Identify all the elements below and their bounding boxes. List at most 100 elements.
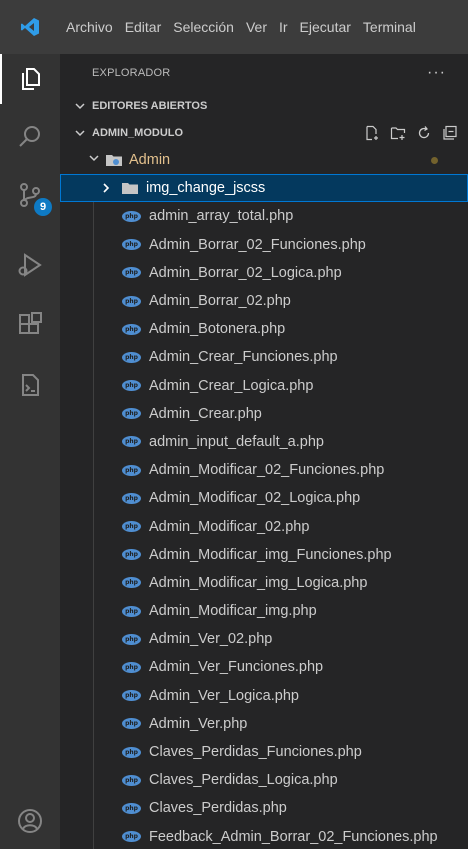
file-name: Claves_Perdidas.php <box>149 800 287 817</box>
file-name: Admin_Modificar_02.php <box>149 518 310 535</box>
php-file-icon: php <box>122 802 141 814</box>
open-editors-section[interactable]: EDITORES ABIERTOS <box>60 92 468 119</box>
file-item[interactable]: php Claves_Perdidas.php <box>60 794 468 822</box>
vscode-logo-icon <box>0 0 60 54</box>
file-item[interactable]: php Claves_Perdidas_Funciones.php <box>60 738 468 766</box>
file-item[interactable]: php Admin_Crear_Logica.php <box>60 372 468 400</box>
file-name: Admin_Borrar_02_Logica.php <box>149 264 342 281</box>
menu-ver[interactable]: Ver <box>240 0 273 54</box>
file-name: Admin_Modificar_img_Funciones.php <box>149 546 392 563</box>
explorer-header: EXPLORADOR ··· <box>60 54 468 92</box>
file-name: Admin_Borrar_02.php <box>149 293 291 310</box>
new-file-icon[interactable] <box>364 125 380 141</box>
file-name: Admin_Botonera.php <box>149 321 286 338</box>
more-actions-icon[interactable]: ··· <box>427 64 446 82</box>
file-name: Claves_Perdidas_Logica.php <box>149 772 338 789</box>
file-name: Admin_Crear.php <box>149 405 262 422</box>
extensions-icon[interactable] <box>0 300 60 350</box>
file-name: Feedback_Admin_Borrar_02_Funciones.php <box>149 828 438 845</box>
open-editors-label: EDITORES ABIERTOS <box>92 99 208 112</box>
file-item[interactable]: php Admin_Modificar_img.php <box>60 597 468 625</box>
folder-img-change-jscss-label: img_change_jscss <box>146 180 266 197</box>
file-item[interactable]: php Admin_Borrar_02_Logica.php <box>60 259 468 287</box>
collapse-all-icon[interactable] <box>442 125 458 141</box>
php-file-icon: php <box>122 239 141 251</box>
file-name: Admin_Ver_Logica.php <box>149 687 299 704</box>
file-name: Admin_Modificar_img_Logica.php <box>149 574 368 591</box>
php-file-icon: php <box>122 436 141 448</box>
file-item[interactable]: php Admin_Borrar_02_Funciones.php <box>60 231 468 259</box>
modified-indicator <box>431 157 438 164</box>
chevron-down-icon <box>88 152 100 168</box>
file-name: Admin_Crear_Funciones.php <box>149 349 338 366</box>
folder-img-change-jscss[interactable]: img_change_jscss <box>60 174 468 203</box>
file-item[interactable]: php Admin_Modificar_img_Logica.php <box>60 569 468 597</box>
file-item[interactable]: php Admin_Crear_Funciones.php <box>60 343 468 371</box>
php-file-icon: php <box>122 351 141 363</box>
folder-admin-label: Admin <box>129 152 171 169</box>
file-name: Admin_Modificar_img.php <box>149 603 317 620</box>
php-file-icon: php <box>122 577 141 589</box>
source-control-icon[interactable]: 9 <box>0 170 60 220</box>
file-list: php admin_array_total.php php Admin_Borrar_… <box>60 202 468 849</box>
file-name: Admin_Crear_Logica.php <box>149 377 314 394</box>
file-item[interactable]: php Admin_Ver.php <box>60 710 468 738</box>
php-file-icon: php <box>122 718 141 730</box>
file-name: Admin_Modificar_02_Logica.php <box>149 490 361 507</box>
explorer-icon[interactable] <box>0 54 60 104</box>
source-control-badge: 9 <box>34 198 52 216</box>
file-item[interactable]: php admin_input_default_a.php <box>60 428 468 456</box>
workspace-section[interactable]: ADMIN_MODULO <box>60 119 468 146</box>
file-item[interactable]: php admin_array_total.php <box>60 202 468 230</box>
php-file-icon: php <box>122 521 141 533</box>
php-file-icon: php <box>122 831 141 843</box>
file-item[interactable]: php Admin_Modificar_02.php <box>60 512 468 540</box>
php-file-icon: php <box>122 661 141 673</box>
folder-admin-icon <box>105 153 123 167</box>
folder-icon <box>122 182 138 195</box>
menu-terminal[interactable]: Terminal <box>357 0 422 54</box>
php-file-icon: php <box>122 267 141 279</box>
php-file-icon: php <box>122 210 141 222</box>
menu-seleccion[interactable]: Selección <box>167 0 240 54</box>
file-item[interactable]: php Admin_Crear.php <box>60 400 468 428</box>
file-name: Admin_Modificar_02_Funciones.php <box>149 462 385 479</box>
menu-archivo[interactable]: Archivo <box>60 0 119 54</box>
php-file-icon: php <box>122 295 141 307</box>
php-file-icon: php <box>122 549 141 561</box>
file-item[interactable]: php Admin_Ver_Logica.php <box>60 682 468 710</box>
file-item[interactable]: php Admin_Modificar_02_Funciones.php <box>60 456 468 484</box>
remote-explorer-icon[interactable] <box>0 360 60 410</box>
file-name: Admin_Ver_02.php <box>149 631 273 648</box>
file-name: Admin_Ver.php <box>149 715 248 732</box>
php-file-icon: php <box>122 380 141 392</box>
new-folder-icon[interactable] <box>390 125 406 141</box>
php-file-icon: php <box>122 323 141 335</box>
file-item[interactable]: php Admin_Borrar_02.php <box>60 287 468 315</box>
accounts-icon[interactable] <box>0 796 60 846</box>
run-debug-icon[interactable] <box>0 240 60 290</box>
explorer-sidebar: EXPLORADOR ··· EDITORES ABIERTOS ADMIN_M… <box>60 54 468 849</box>
chevron-down-icon <box>72 100 88 112</box>
file-item[interactable]: php Feedback_Admin_Borrar_02_Funciones.ph… <box>60 823 468 849</box>
file-item[interactable]: php Claves_Perdidas_Logica.php <box>60 766 468 794</box>
menu-ir[interactable]: Ir <box>273 0 294 54</box>
file-item[interactable]: php Admin_Ver_02.php <box>60 625 468 653</box>
file-item[interactable]: php Admin_Modificar_02_Logica.php <box>60 484 468 512</box>
php-file-icon: php <box>122 464 141 476</box>
file-item[interactable]: php Admin_Ver_Funciones.php <box>60 653 468 681</box>
file-item[interactable]: php Admin_Botonera.php <box>60 315 468 343</box>
menu-bar: Archivo Editar Selección Ver Ir Ejecutar… <box>0 0 468 54</box>
php-file-icon: php <box>122 690 141 702</box>
folder-admin[interactable]: Admin <box>60 146 468 174</box>
file-item[interactable]: php Admin_Modificar_img_Funciones.php <box>60 541 468 569</box>
menu-editar[interactable]: Editar <box>119 0 168 54</box>
workspace-actions <box>364 119 458 146</box>
explorer-title: EXPLORADOR <box>92 67 171 79</box>
file-name: admin_array_total.php <box>149 208 294 225</box>
search-icon[interactable] <box>0 112 60 162</box>
refresh-icon[interactable] <box>416 125 432 141</box>
php-file-icon: php <box>122 492 141 504</box>
menu-ejecutar[interactable]: Ejecutar <box>294 0 357 54</box>
file-name: Claves_Perdidas_Funciones.php <box>149 744 362 761</box>
